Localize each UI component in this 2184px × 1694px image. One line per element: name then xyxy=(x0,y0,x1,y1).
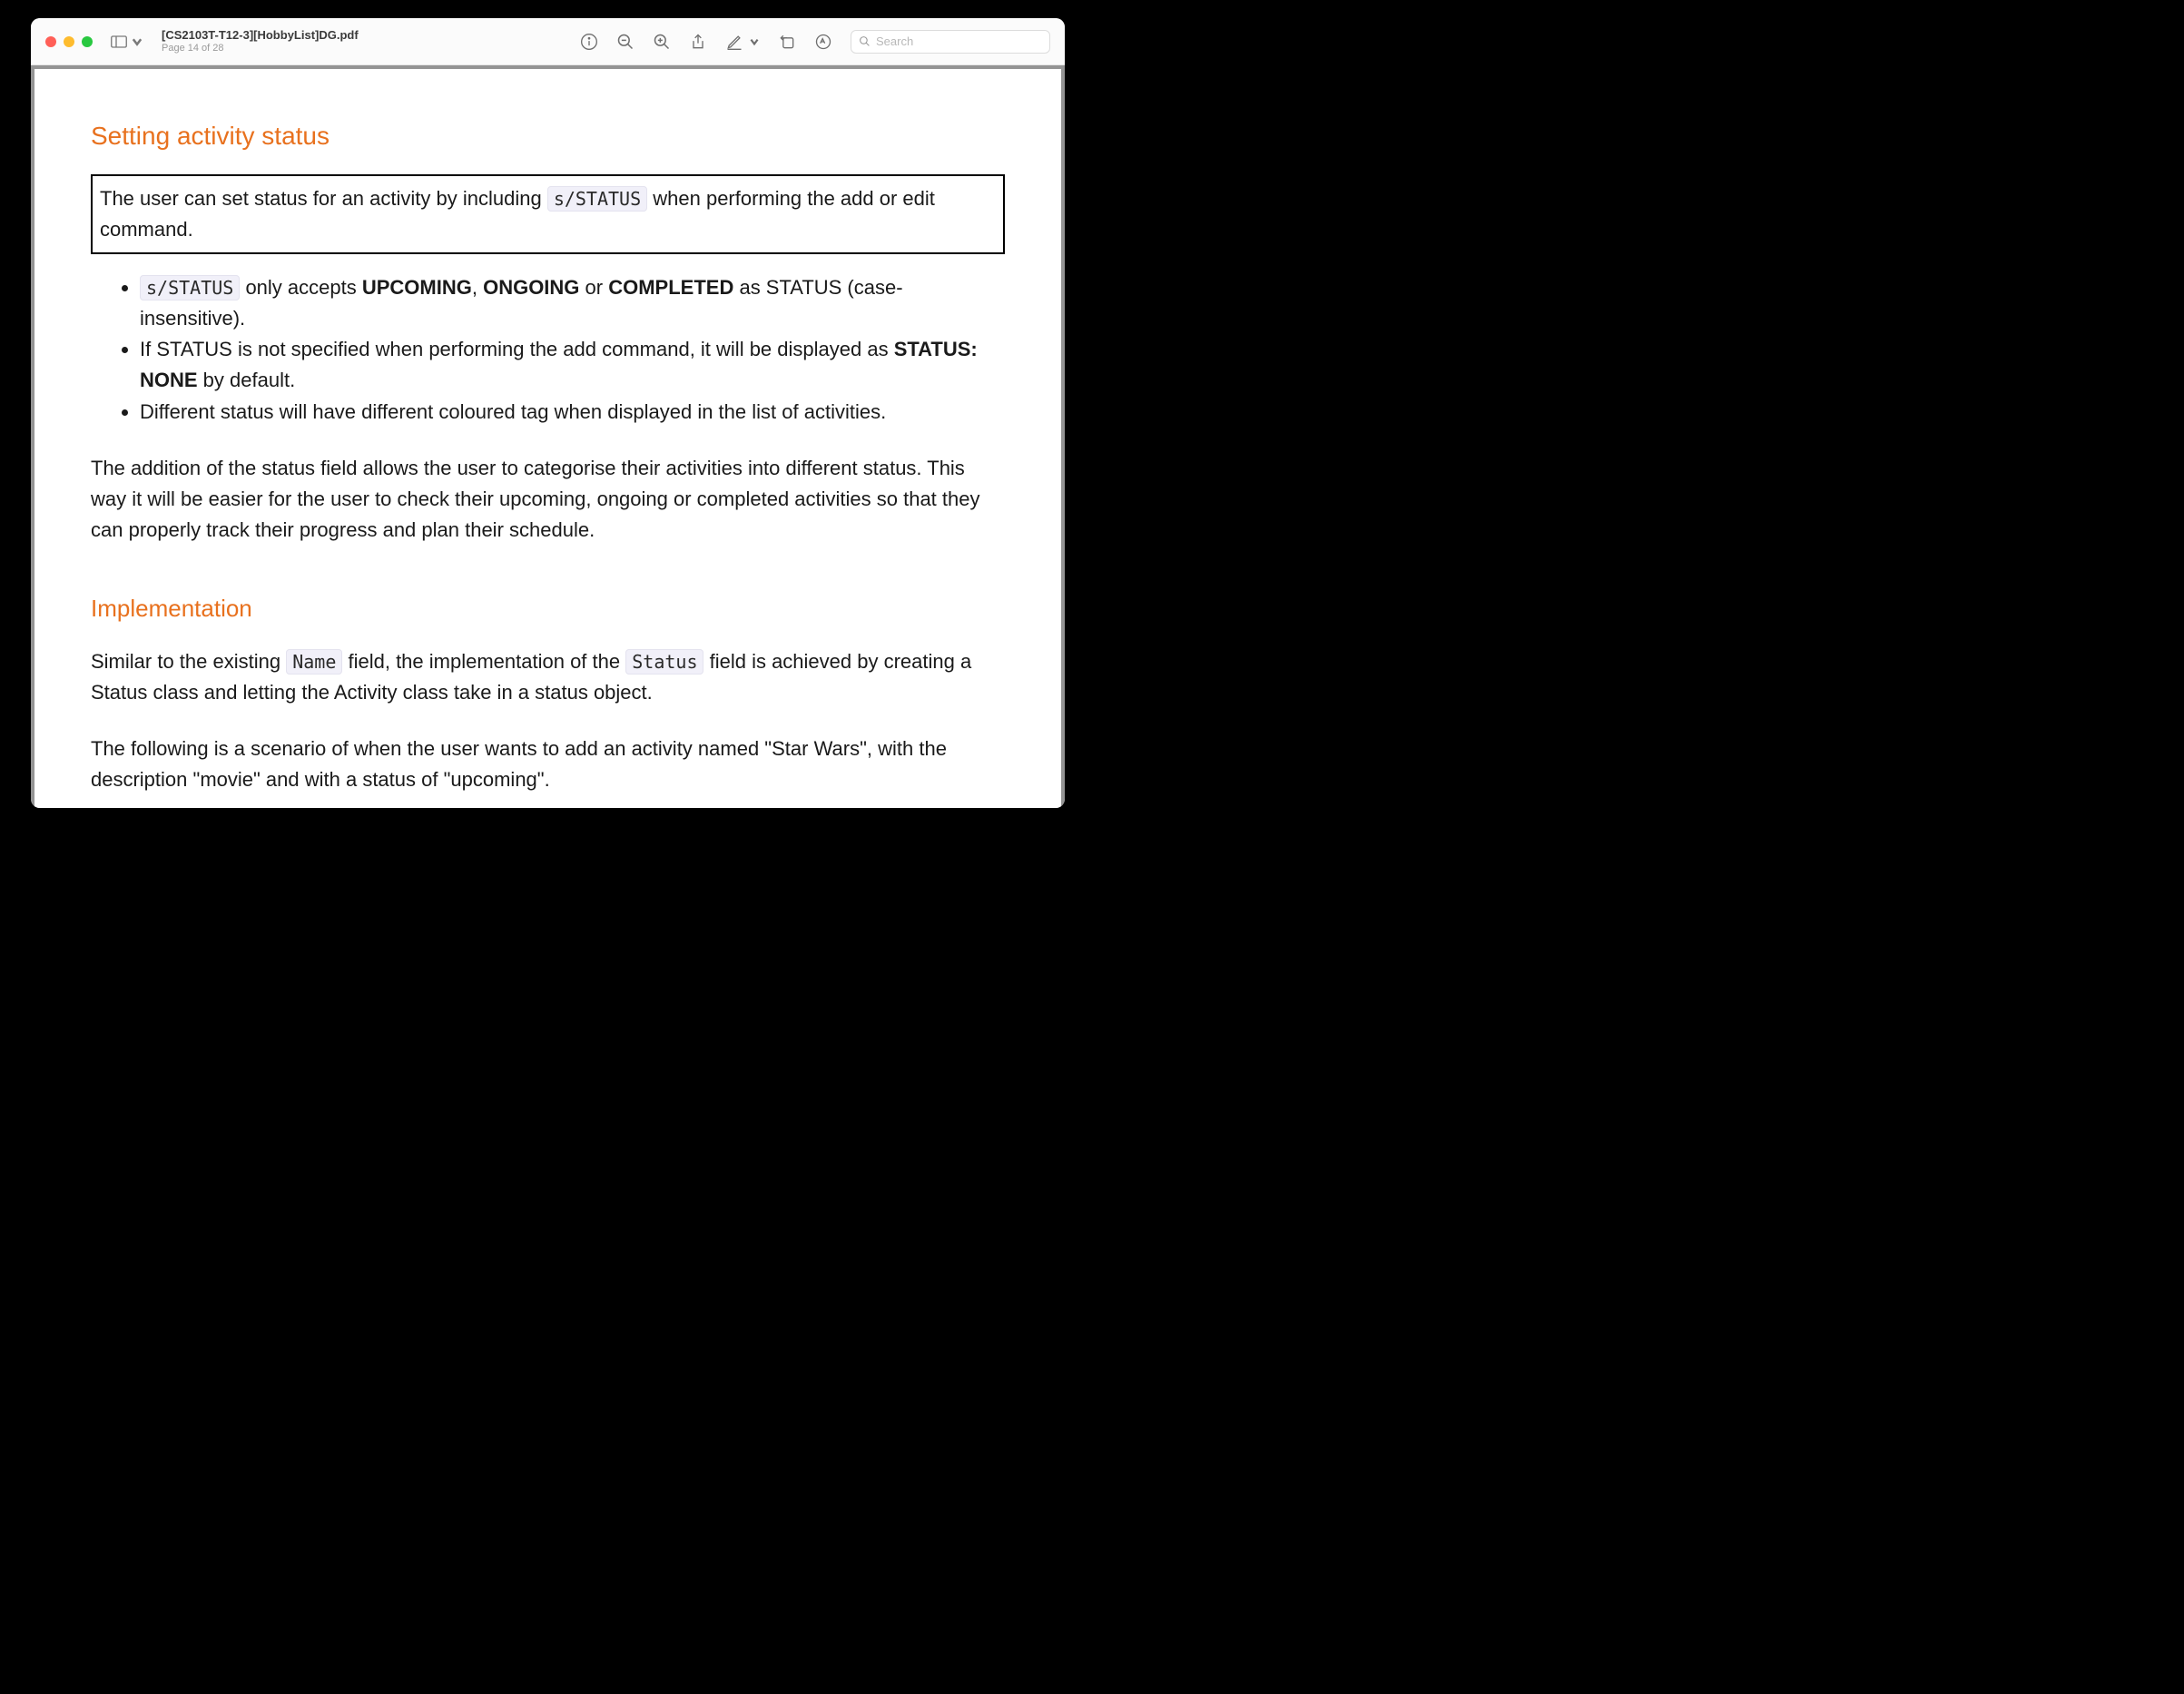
document-viewport[interactable]: Setting activity status The user can set… xyxy=(31,65,1065,808)
document-page: Setting activity status The user can set… xyxy=(34,69,1061,808)
list-item: If STATUS is not specified when performi… xyxy=(140,334,1005,396)
zoom-out-icon xyxy=(616,33,635,51)
chevron-down-icon xyxy=(129,35,145,48)
info-button[interactable] xyxy=(580,33,598,51)
paragraph: Similar to the existing Name field, the … xyxy=(91,646,1005,708)
text-bold: UPCOMING xyxy=(362,276,472,299)
heading-setting-activity-status: Setting activity status xyxy=(91,122,1005,151)
text-bold: ONGOING xyxy=(483,276,579,299)
list-item: Different status will have different col… xyxy=(140,397,1005,428)
boxed-paragraph: The user can set status for an activity … xyxy=(100,183,996,245)
list-item: s/STATUS only accepts UPCOMING, ONGOING … xyxy=(140,272,1005,334)
traffic-lights xyxy=(45,36,93,47)
chevron-down-icon xyxy=(749,33,760,51)
share-button[interactable] xyxy=(689,33,707,51)
markup-dropdown-button[interactable] xyxy=(749,33,760,51)
titlebar: [CS2103T-T12-3][HobbyList]DG.pdf Page 14… xyxy=(31,18,1065,65)
text-fragment: field, the implementation of the xyxy=(342,650,625,673)
search-box[interactable] xyxy=(851,30,1050,54)
text-fragment: Similar to the existing xyxy=(91,650,286,673)
text-fragment: The user can set status for an activity … xyxy=(100,187,547,210)
zoom-out-button[interactable] xyxy=(616,33,635,51)
sidebar-toggle-button[interactable] xyxy=(109,34,147,50)
zoom-in-icon xyxy=(653,33,671,51)
text-fragment: by default. xyxy=(198,369,296,391)
zoom-in-button[interactable] xyxy=(653,33,671,51)
text-fragment: If STATUS is not specified when performi… xyxy=(140,338,894,360)
text-fragment: , xyxy=(472,276,483,299)
highlight-button[interactable] xyxy=(814,33,832,51)
text-bold: COMPLETED xyxy=(608,276,733,299)
highlighter-icon xyxy=(814,33,832,51)
app-window: [CS2103T-T12-3][HobbyList]DG.pdf Page 14… xyxy=(31,18,1065,808)
fullscreen-window-button[interactable] xyxy=(82,36,93,47)
heading-implementation: Implementation xyxy=(91,595,1005,623)
share-icon xyxy=(689,33,707,51)
sidebar-icon xyxy=(111,35,127,48)
toolbar xyxy=(580,30,1050,54)
highlighted-box: The user can set status for an activity … xyxy=(91,174,1005,254)
close-window-button[interactable] xyxy=(45,36,56,47)
search-input[interactable] xyxy=(876,34,1042,48)
page-indicator: Page 14 of 28 xyxy=(162,43,359,54)
minimize-window-button[interactable] xyxy=(64,36,74,47)
bullet-list: s/STATUS only accepts UPCOMING, ONGOING … xyxy=(91,272,1005,427)
title-block: [CS2103T-T12-3][HobbyList]DG.pdf Page 14… xyxy=(162,28,359,54)
paragraph: The following is a scenario of when the … xyxy=(91,734,1005,795)
text-fragment: only accepts xyxy=(240,276,362,299)
search-icon xyxy=(859,35,871,47)
pencil-icon xyxy=(725,33,743,51)
text-fragment: or xyxy=(579,276,608,299)
rotate-button[interactable] xyxy=(778,33,796,51)
rotate-icon xyxy=(778,33,796,51)
info-icon xyxy=(580,33,598,51)
paragraph: The addition of the status field allows … xyxy=(91,453,1005,546)
code-sstatus: s/STATUS xyxy=(547,186,647,212)
code-name: Name xyxy=(286,649,342,675)
code-status: Status xyxy=(625,649,703,675)
document-title: [CS2103T-T12-3][HobbyList]DG.pdf xyxy=(162,28,359,43)
code-sstatus: s/STATUS xyxy=(140,275,240,300)
markup-button[interactable] xyxy=(725,33,743,51)
